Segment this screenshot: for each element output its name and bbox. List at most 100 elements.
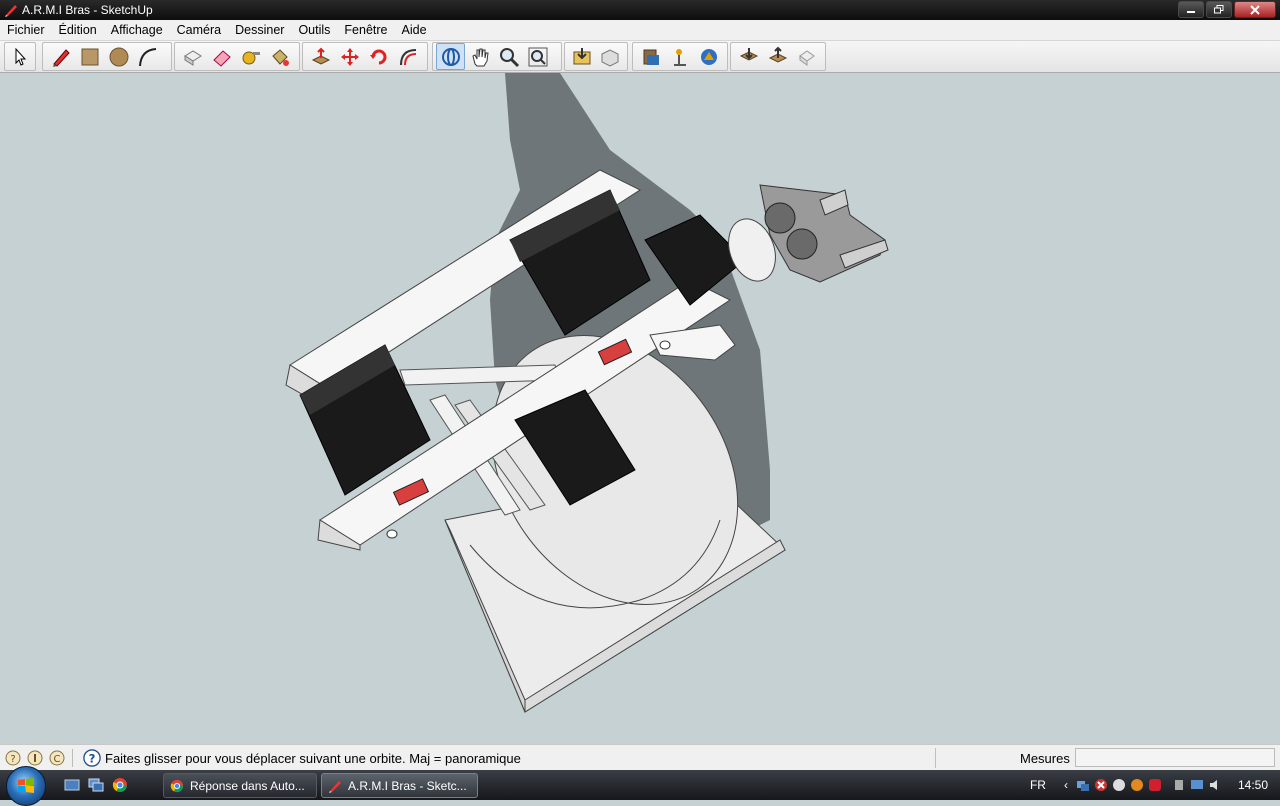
toggle-terrain-button[interactable] — [694, 43, 723, 70]
main-toolbar — [0, 41, 1280, 73]
device-tray-icon[interactable] — [1172, 778, 1186, 792]
taskbar-sketchup-window[interactable]: A.R.M.I Bras - Sketc... — [321, 773, 478, 798]
window-title: A.R.M.I Bras - SketchUp — [22, 3, 153, 17]
start-button[interactable] — [6, 766, 46, 806]
language-indicator[interactable]: FR — [1030, 778, 1046, 792]
status-divider — [935, 748, 936, 768]
menu-affichage[interactable]: Affichage — [104, 23, 170, 37]
credits-status-icon[interactable] — [26, 749, 44, 767]
paint-bucket-icon — [271, 48, 289, 66]
security-tray-icon[interactable] — [1094, 778, 1108, 792]
menu-aide[interactable]: Aide — [395, 23, 434, 37]
arc-tool-button[interactable] — [133, 43, 162, 70]
network-tray-icon[interactable] — [1076, 778, 1090, 792]
photo-textures-icon — [643, 49, 659, 65]
status-message: Faites glisser pour vous déplacer suivan… — [105, 750, 521, 766]
tray-expand-icon[interactable]: ‹ — [1064, 778, 1068, 792]
restore-icon — [1214, 5, 1224, 14]
get-models-icon — [573, 47, 591, 64]
measures-input[interactable] — [1075, 748, 1275, 767]
menu-fichier[interactable]: Fichier — [0, 23, 52, 37]
pencil-tool-button[interactable] — [46, 43, 75, 70]
network-status-icon[interactable] — [1190, 778, 1204, 792]
flash-tray-icon[interactable] — [1148, 778, 1162, 792]
close-icon — [1250, 4, 1260, 15]
rectangle-tool-button[interactable] — [75, 43, 104, 70]
minimize-icon — [1187, 10, 1195, 13]
push-pull-button[interactable] — [306, 43, 335, 70]
task-label: A.R.M.I Bras - Sketc... — [348, 778, 467, 793]
push-pull-icon — [311, 47, 330, 65]
pan-icon — [471, 48, 489, 66]
add-location-button[interactable] — [665, 43, 694, 70]
rectangle-icon — [81, 48, 98, 65]
svg-text:C: C — [54, 754, 61, 765]
chrome-icon[interactable] — [112, 777, 128, 793]
share-model-button[interactable] — [596, 43, 624, 70]
move-icon — [340, 47, 359, 66]
menu-camera[interactable]: Caméra — [170, 23, 228, 37]
app-tray-icon[interactable] — [1112, 778, 1126, 792]
system-tray: FR ‹ 14:50 — [1030, 770, 1280, 800]
sketchup-app-icon — [5, 5, 17, 17]
toggle-terrain-icon — [700, 48, 717, 65]
model-viewport[interactable] — [0, 73, 1280, 743]
svg-text:?: ? — [89, 752, 96, 766]
select-tool-button[interactable] — [8, 43, 32, 70]
paint-bucket-button[interactable] — [265, 43, 294, 70]
eraser-icon — [212, 49, 231, 67]
zoom-icon — [499, 47, 519, 67]
menu-dessiner[interactable]: Dessiner — [228, 23, 291, 37]
windows-logo-icon — [18, 778, 34, 793]
download-button[interactable] — [734, 43, 763, 70]
tape-measure-icon — [242, 51, 260, 64]
zoom-extents-button[interactable] — [523, 43, 552, 70]
copyright-status-icon[interactable]: C — [48, 749, 66, 767]
windows-taskbar: Réponse dans Auto... A.R.M.I Bras - Sket… — [0, 766, 1280, 806]
share-component-button[interactable] — [792, 43, 821, 70]
rotate-tool-button[interactable] — [364, 43, 393, 70]
pan-tool-button[interactable] — [465, 43, 494, 70]
messenger-tray-icon[interactable] — [1130, 778, 1144, 792]
arc-icon — [138, 47, 156, 66]
pencil-icon — [52, 48, 70, 67]
select-icon — [15, 47, 27, 66]
show-desktop-icon[interactable] — [64, 777, 80, 793]
title-bar: A.R.M.I Bras - SketchUp — [0, 0, 1280, 20]
switch-windows-icon[interactable] — [88, 777, 104, 793]
upload-button[interactable] — [763, 43, 792, 70]
menu-outils[interactable]: Outils — [291, 23, 337, 37]
taskbar-chrome-window[interactable]: Réponse dans Auto... — [163, 773, 317, 798]
share-model-icon — [601, 48, 619, 67]
zoom-extents-icon — [528, 47, 547, 66]
task-label: Réponse dans Auto... — [190, 778, 305, 793]
move-tool-button[interactable] — [335, 43, 364, 70]
rotate-icon — [369, 49, 386, 64]
minimize-button[interactable] — [1178, 1, 1204, 18]
add-location-icon — [673, 48, 686, 66]
orbit-icon — [441, 47, 460, 66]
zoom-tool-button[interactable] — [494, 43, 523, 70]
download-icon — [739, 47, 758, 61]
upload-icon — [768, 46, 787, 63]
menu-edition[interactable]: Édition — [52, 23, 104, 37]
share-component-icon — [798, 49, 815, 66]
get-models-button[interactable] — [568, 43, 596, 70]
volume-icon[interactable] — [1208, 778, 1222, 792]
help-icon[interactable]: ? — [83, 749, 101, 767]
photo-textures-button[interactable] — [636, 43, 665, 70]
clock[interactable]: 14:50 — [1238, 778, 1268, 792]
close-button[interactable] — [1234, 1, 1276, 18]
status-bar: ? C ? Faites glisser pour vous déplacer … — [0, 744, 1280, 771]
restore-button[interactable] — [1206, 1, 1232, 18]
orbit-tool-button[interactable] — [436, 43, 465, 70]
geolocation-status-icon[interactable]: ? — [4, 749, 22, 767]
robot-arm-model — [285, 73, 889, 713]
menu-fenetre[interactable]: Fenêtre — [337, 23, 394, 37]
measures-label: Mesures — [1020, 751, 1070, 766]
tape-measure-button[interactable] — [236, 43, 265, 70]
eraser-tool-button[interactable] — [207, 43, 236, 70]
circle-tool-button[interactable] — [104, 43, 133, 70]
offset-tool-button[interactable] — [393, 43, 422, 70]
component-make-button[interactable] — [178, 43, 207, 70]
